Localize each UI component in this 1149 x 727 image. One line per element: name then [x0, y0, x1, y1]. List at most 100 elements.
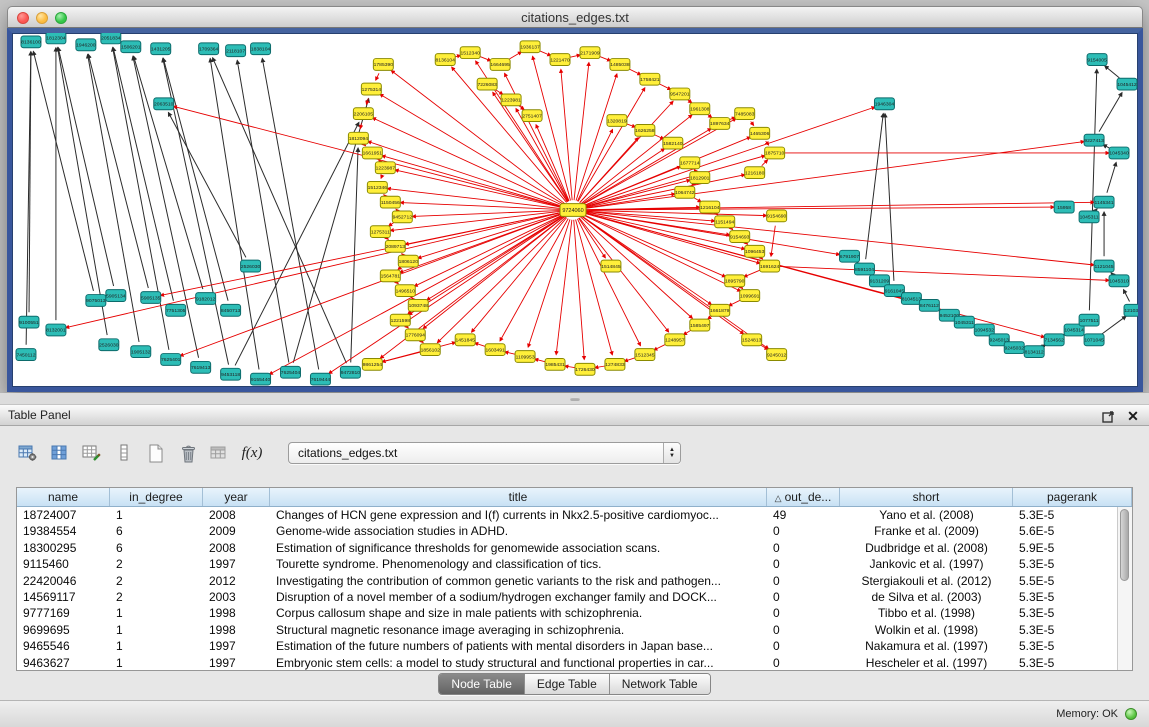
graph-edge[interactable]: [33, 51, 93, 291]
graph-edge[interactable]: [1089, 69, 1096, 310]
graph-edge[interactable]: [397, 283, 398, 284]
graph-edge[interactable]: [372, 118, 564, 206]
graph-edge[interactable]: [570, 55, 581, 57]
single-column-icon[interactable]: [110, 440, 138, 466]
graph-edge[interactable]: [500, 219, 568, 341]
graph-edge[interactable]: [398, 267, 401, 269]
graph-edge[interactable]: [576, 74, 617, 201]
table-row[interactable]: 2242004622012Investigating the contribut…: [17, 573, 1117, 589]
splitter-grip[interactable]: [570, 397, 580, 401]
graph-edge[interactable]: [885, 114, 894, 281]
graph-edge[interactable]: [505, 352, 516, 354]
graph-edge[interactable]: [382, 342, 456, 361]
graph-edge[interactable]: [654, 344, 666, 350]
graph-edge[interactable]: [539, 51, 551, 56]
zoom-window-button[interactable]: [55, 12, 67, 24]
graph-edge[interactable]: [88, 54, 148, 288]
graph-edge[interactable]: [509, 52, 522, 60]
table-row[interactable]: 946362711997Embryonic stem cells: a mode…: [17, 655, 1117, 670]
trash-icon[interactable]: [174, 440, 202, 466]
column-header-year[interactable]: year: [203, 488, 270, 506]
graph-edge[interactable]: [262, 58, 318, 369]
graph-edge[interactable]: [583, 156, 765, 208]
graph-edge[interactable]: [574, 220, 585, 360]
graph-edge[interactable]: [1111, 273, 1112, 274]
graph-edge[interactable]: [762, 160, 768, 166]
column-header-short[interactable]: short: [840, 488, 1013, 506]
graph-edge[interactable]: [693, 197, 701, 202]
graph-edge[interactable]: [381, 177, 382, 178]
graph-edge[interactable]: [113, 47, 173, 300]
tab-edge-table[interactable]: Edge Table: [525, 674, 610, 694]
graph-edge[interactable]: [576, 219, 613, 354]
graph-edge[interactable]: [213, 58, 347, 363]
graph-edge[interactable]: [168, 112, 246, 257]
graph-edge[interactable]: [626, 124, 635, 127]
graph-edge[interactable]: [561, 69, 572, 200]
new-document-icon[interactable]: [142, 440, 170, 466]
graph-edge[interactable]: [475, 343, 486, 347]
graph-edge[interactable]: [729, 300, 741, 306]
graph-edge[interactable]: [423, 216, 565, 329]
graph-edge[interactable]: [866, 114, 884, 260]
graph-edge[interactable]: [134, 56, 203, 289]
graph-edge[interactable]: [580, 138, 639, 203]
minimize-window-button[interactable]: [36, 12, 48, 24]
column-header-pagerank[interactable]: pagerank: [1013, 488, 1132, 506]
graph-edge[interactable]: [422, 342, 423, 343]
graph-edge[interactable]: [595, 366, 605, 368]
table-row[interactable]: 1938455462009Genome-wide association stu…: [17, 523, 1117, 539]
graph-edge[interactable]: [210, 58, 259, 369]
graph-edge[interactable]: [574, 62, 589, 200]
graph-edge[interactable]: [1099, 93, 1122, 132]
graph-edge[interactable]: [1096, 209, 1097, 210]
graph-edge[interactable]: [708, 316, 712, 319]
graph-edge[interactable]: [599, 56, 610, 60]
graph-edge[interactable]: [629, 69, 641, 75]
graph-edge[interactable]: [747, 244, 748, 245]
graph-edge[interactable]: [376, 73, 379, 80]
graph-edge[interactable]: [391, 71, 565, 204]
graph-edge[interactable]: [237, 60, 289, 362]
graph-edge[interactable]: [583, 211, 1094, 265]
graph-edge[interactable]: [751, 122, 754, 126]
graph-edge[interactable]: [624, 358, 635, 362]
column-visibility-icon[interactable]: [46, 440, 74, 466]
graph-edge[interactable]: [1107, 162, 1116, 192]
table-row[interactable]: 1456911722003Disruption of a novel membe…: [17, 589, 1117, 605]
table-row[interactable]: 946554611997Estimation of the future num…: [17, 638, 1117, 654]
tab-network-table[interactable]: Network Table: [610, 674, 710, 694]
function-builder-icon[interactable]: f(x): [238, 440, 266, 466]
graph-edge[interactable]: [407, 327, 408, 328]
window-titlebar[interactable]: citations_edges.txt: [7, 6, 1143, 28]
import-table-icon[interactable]: [206, 440, 234, 466]
graph-edge[interactable]: [387, 239, 388, 240]
column-header-in-degree[interactable]: in_degree: [110, 488, 203, 506]
network-canvas[interactable]: 9724060178539012753142206105181209416619…: [12, 33, 1138, 387]
graph-edge[interactable]: [688, 100, 692, 103]
close-window-button[interactable]: [17, 12, 29, 24]
table-settings-icon[interactable]: [14, 440, 42, 466]
graph-edge[interactable]: [479, 56, 490, 60]
table-row[interactable]: 911546021997Tourette syndrome. Phenomeno…: [17, 556, 1117, 572]
column-header-title[interactable]: title: [270, 488, 767, 506]
graph-edge[interactable]: [66, 212, 564, 327]
graph-edge[interactable]: [360, 123, 361, 128]
graph-edge[interactable]: [683, 330, 691, 335]
column-header-name[interactable]: name: [17, 488, 110, 506]
graph-edge[interactable]: [1102, 316, 1126, 334]
graph-edge[interactable]: [556, 220, 572, 355]
tab-node-table[interactable]: Node Table: [439, 674, 525, 694]
graph-edge[interactable]: [535, 359, 546, 362]
graph-edge[interactable]: [580, 217, 692, 319]
table-vertical-scrollbar[interactable]: [1117, 507, 1132, 670]
table-edit-icon[interactable]: [78, 440, 106, 466]
table-select-dropdown[interactable]: citations_edges.txt ▲▼: [288, 442, 681, 464]
close-panel-icon[interactable]: ✕: [1126, 409, 1140, 423]
scrollbar-thumb[interactable]: [1120, 509, 1129, 581]
graph-edge[interactable]: [771, 226, 775, 257]
graph-edge[interactable]: [418, 213, 564, 258]
graph-edge[interactable]: [694, 169, 695, 171]
table-row[interactable]: 977716911998Corpus callosum shape and si…: [17, 605, 1117, 621]
graph-edge[interactable]: [58, 48, 113, 286]
